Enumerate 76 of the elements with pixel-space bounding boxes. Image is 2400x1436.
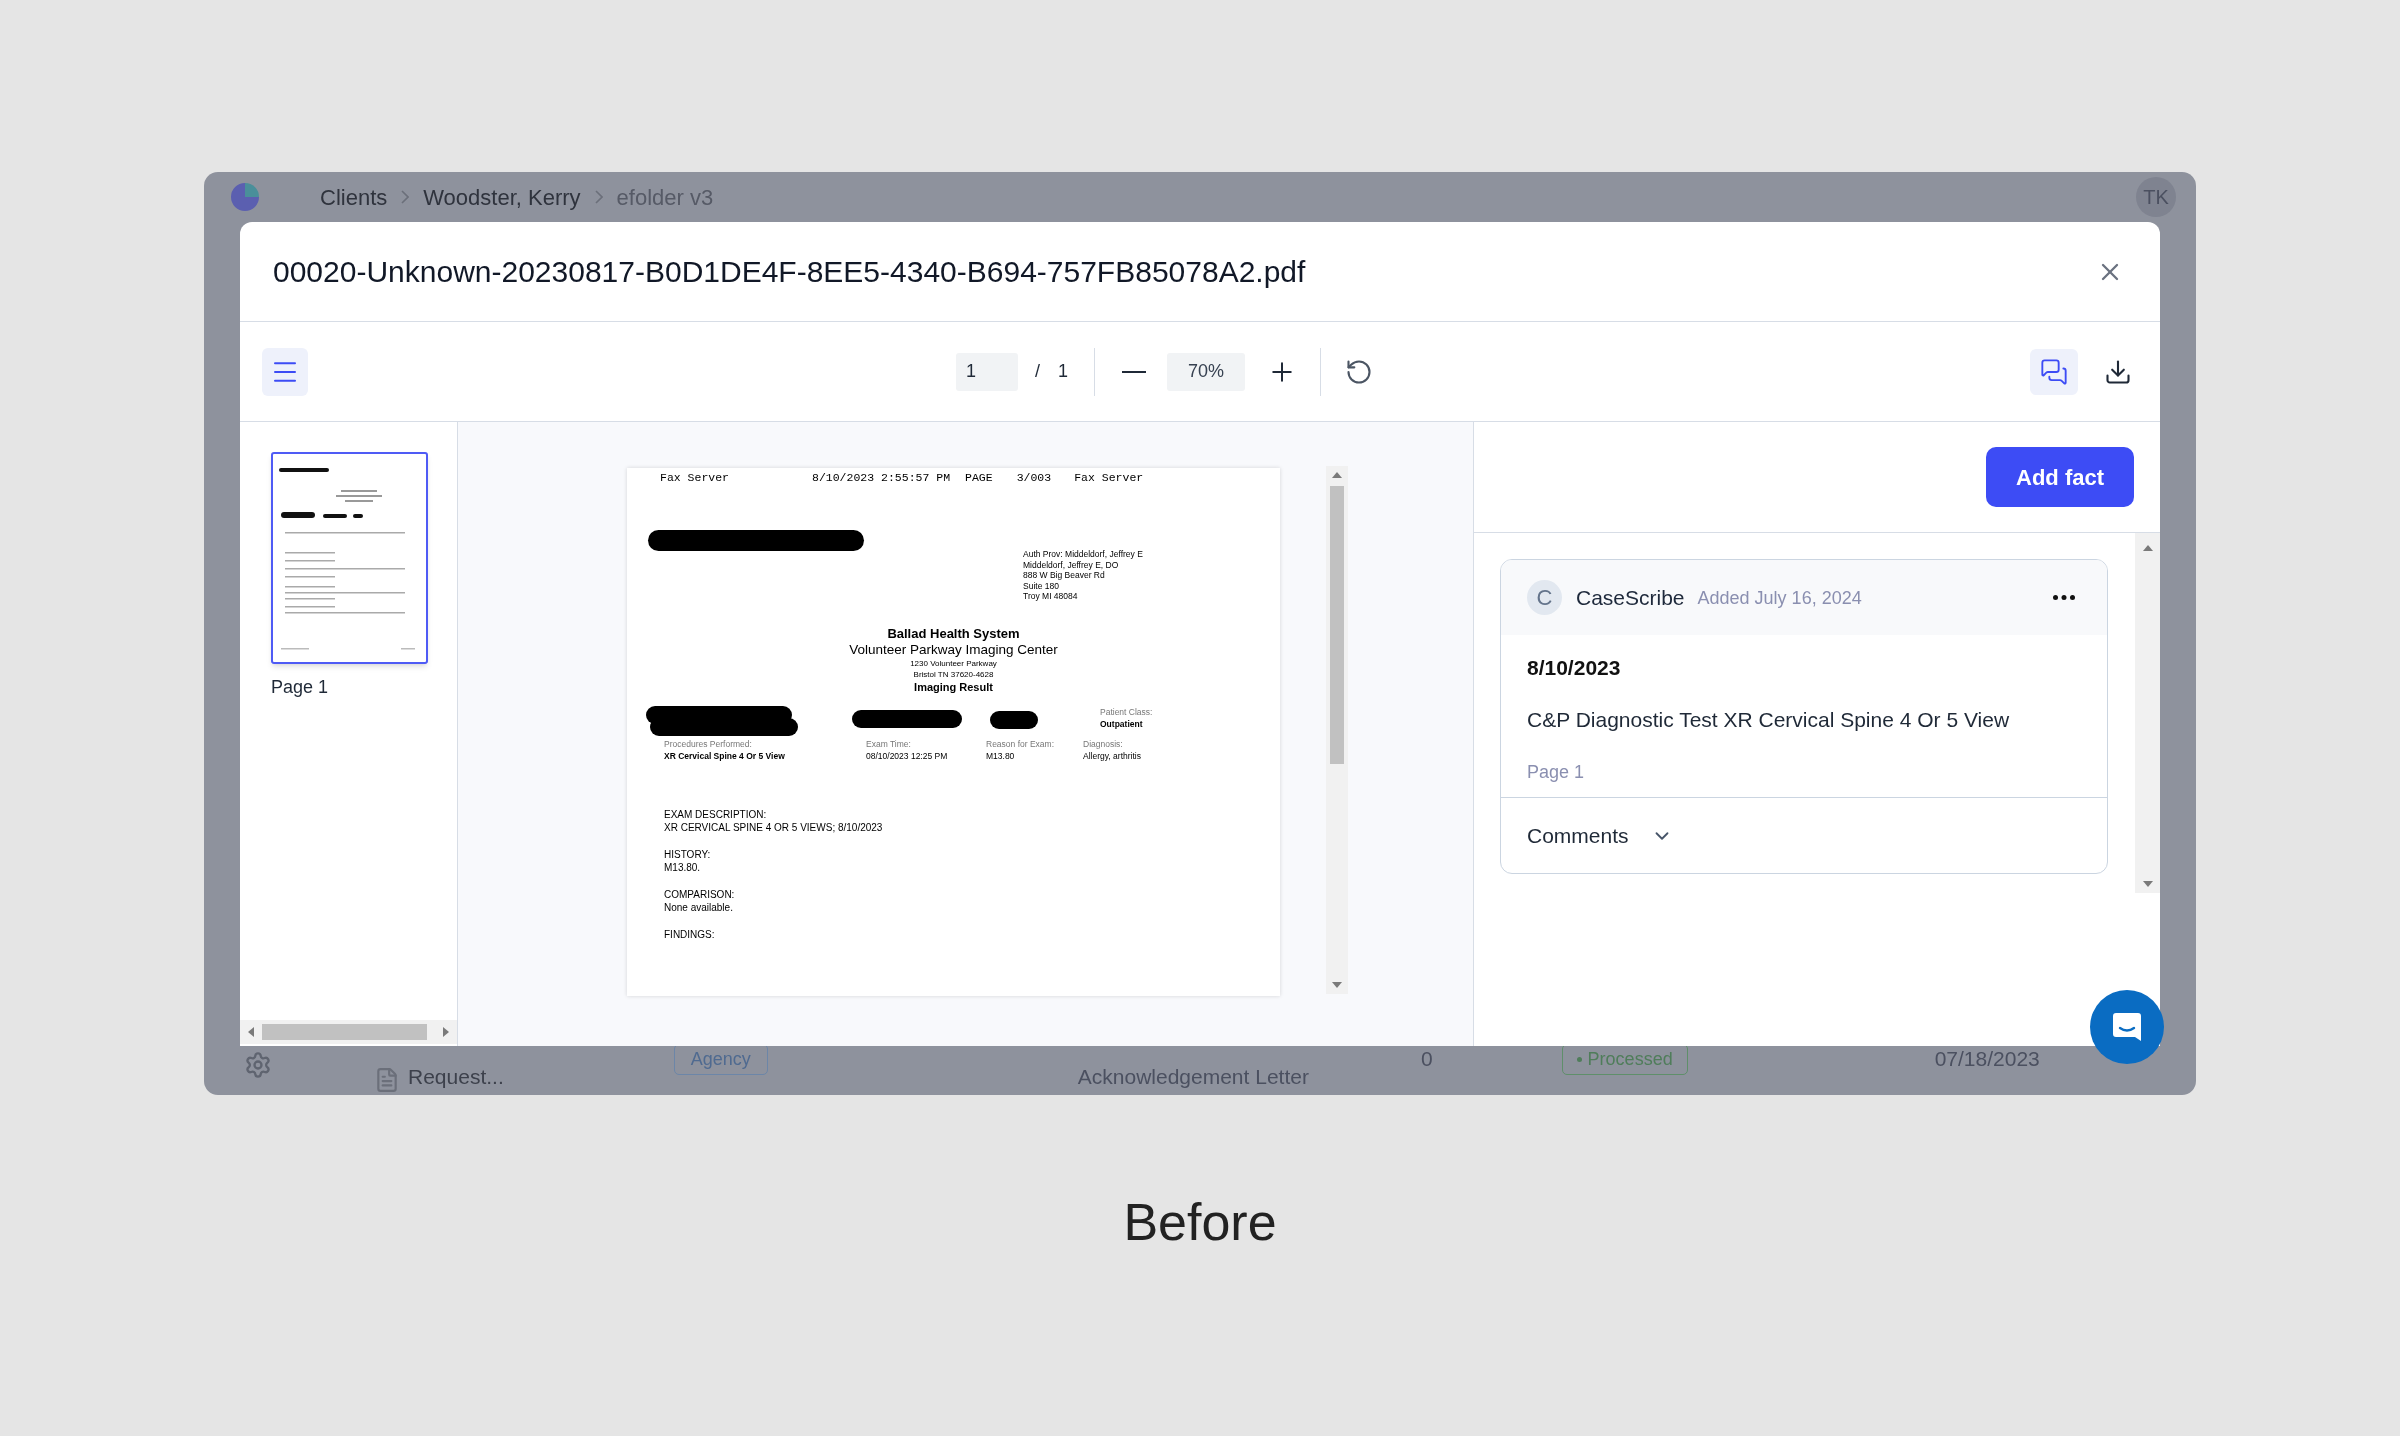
- fact-page-link[interactable]: Page 1: [1527, 759, 2081, 785]
- field-label: Procedures Performed:: [664, 737, 753, 750]
- fact-description: C&P Diagnostic Test XR Cervical Spine 4 Or 5 View: [1527, 707, 2011, 733]
- document-name: Request...: [408, 1064, 504, 1091]
- horizontal-scrollbar[interactable]: [240, 1020, 457, 1044]
- section-heading: COMPARISON:: [664, 887, 736, 901]
- redaction-bar: [990, 710, 1038, 729]
- breadcrumb-separator-icon: [401, 190, 410, 204]
- vertical-scrollbar[interactable]: [2135, 533, 2160, 893]
- fact-date: 8/10/2023: [1527, 655, 1622, 681]
- scroll-up-icon[interactable]: [2142, 543, 2153, 553]
- breadcrumb-link[interactable]: Woodster, Kerry: [423, 180, 581, 214]
- comments-panel-button[interactable]: [2030, 348, 2078, 395]
- date-text: 07/18/2023: [1934, 1046, 2040, 1073]
- field-label: Diagnosis:: [1083, 737, 1124, 750]
- scroll-down-icon[interactable]: [2142, 879, 2153, 889]
- address-line: Auth Prov: Middeldorf, Jeffrey E: [1023, 549, 1144, 560]
- fax-header-text: 3/003: [1016, 470, 1052, 486]
- field-value: M13.80: [986, 749, 1016, 762]
- chat-icon: [2110, 1010, 2144, 1044]
- vertical-scrollbar[interactable]: [1326, 466, 1348, 994]
- page-number-field[interactable]: 1: [956, 352, 1018, 391]
- center-name: Volunteer Parkway Imaging Center: [849, 641, 1058, 658]
- chat-icon: [2040, 357, 2068, 386]
- section-text: XR CERVICAL SPINE 4 OR 5 VIEWS; 8/10/2023: [664, 821, 884, 835]
- address-line: Middeldorf, Jeffrey E, DO: [1023, 559, 1120, 570]
- address-line: 888 W Big Beaver Rd: [1023, 570, 1106, 581]
- breadcrumb-link[interactable]: efolder v3: [616, 180, 714, 214]
- page-separator: /: [1035, 360, 1040, 383]
- section-heading: HISTORY:: [664, 847, 712, 861]
- added-date: Added July 16, 2024: [1697, 587, 1862, 610]
- comments-toggle[interactable]: Comments: [1501, 797, 2107, 873]
- zoom-field[interactable]: 70%: [1167, 352, 1246, 391]
- fax-header-text: PAGE: [965, 470, 993, 486]
- address-line: Troy MI 48084: [1023, 591, 1079, 602]
- section-heading: EXAM DESCRIPTION:: [664, 807, 768, 821]
- author-avatar: C: [1527, 580, 1562, 615]
- field-value: Allergy, arthritis: [1083, 749, 1142, 762]
- field-label: Patient Class:: [1100, 705, 1153, 718]
- file-icon: [374, 1066, 400, 1093]
- page-count: 0: [1420, 1046, 1433, 1073]
- caption: Before: [1123, 1192, 1277, 1253]
- field-value: Outpatient: [1100, 717, 1144, 730]
- page-thumbnail[interactable]: [271, 452, 428, 664]
- logo-icon: [228, 180, 262, 214]
- scroll-right-icon[interactable]: [441, 1027, 451, 1037]
- field-label: Reason for Exam:: [986, 737, 1056, 750]
- address-line: Suite 180: [1023, 580, 1060, 591]
- scroll-up-icon[interactable]: [1332, 470, 1342, 480]
- center-address: 1230 Volunteer Parkway: [910, 657, 997, 669]
- more-icon: [2053, 595, 2075, 600]
- organization-name: Ballad Health System: [887, 625, 1020, 642]
- fax-header-text: Fax Server: [660, 470, 729, 486]
- center-address: Bristol TN 37620-4628: [913, 668, 994, 680]
- field-value: 08/10/2023 12:25 PM: [866, 749, 949, 762]
- breadcrumb-separator-icon: [594, 190, 603, 204]
- field-label: Exam Time:: [866, 737, 912, 750]
- author-name: CaseScribe: [1576, 584, 1685, 611]
- page-total: 1: [1058, 360, 1069, 383]
- document-title: Imaging Result: [914, 679, 993, 694]
- section-text: None available.: [664, 901, 734, 915]
- fax-header-text: 8/10/2023 2:55:57 PM: [812, 470, 951, 486]
- section-heading: FINDINGS:: [664, 927, 716, 941]
- scroll-down-icon[interactable]: [1332, 980, 1342, 990]
- dialog-title: 00020-Unknown-20230817-B0D1DE4F-8EE5-4340-B694-757FB85078A2.pdf: [273, 254, 1306, 290]
- field-value: XR Cervical Spine 4 Or 5 View: [664, 749, 786, 762]
- scroll-left-icon[interactable]: [246, 1027, 256, 1037]
- minus-icon: [1122, 370, 1147, 373]
- add-fact-button[interactable]: Add fact: [1986, 447, 2134, 507]
- sidebar-toggle-button[interactable]: [262, 347, 308, 396]
- thumbnail-label: Page 1: [271, 676, 329, 699]
- document-description: Acknowledgement Letter: [1077, 1064, 1309, 1091]
- settings-icon: [244, 1051, 272, 1079]
- breadcrumb-link[interactable]: Clients: [320, 180, 388, 214]
- fax-header-text: Fax Server: [1074, 470, 1144, 486]
- section-text: M13.80.: [664, 861, 702, 875]
